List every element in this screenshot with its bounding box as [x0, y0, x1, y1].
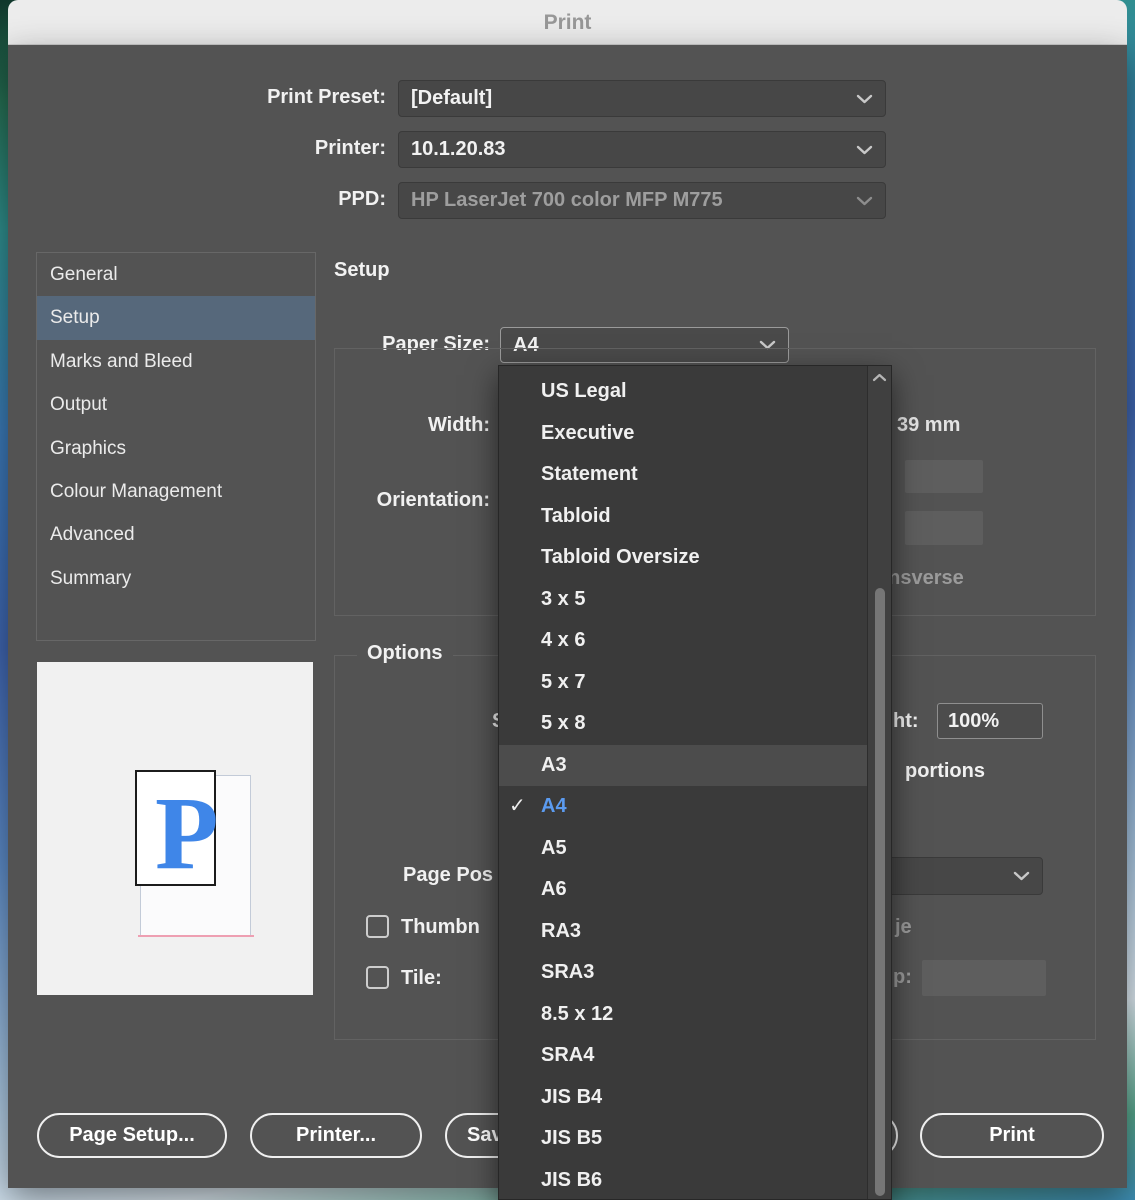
- print-preset-value: [Default]: [411, 87, 493, 109]
- settings-sidebar: General Setup Marks and Bleed Output Gra…: [36, 252, 316, 641]
- paper-size-option-a3[interactable]: A3: [499, 744, 867, 786]
- ppd-label: PPD:: [338, 188, 386, 210]
- print-button[interactable]: Print: [920, 1113, 1104, 1158]
- preview-bleed-guide: [138, 935, 254, 937]
- paper-size-option-a4[interactable]: ✓ A4: [499, 786, 867, 828]
- scale-height-input[interactable]: 100%: [937, 703, 1043, 739]
- scroll-up-icon[interactable]: [872, 373, 887, 382]
- paper-size-option-tabloid-oversize[interactable]: Tabloid Oversize: [499, 537, 867, 579]
- paper-size-option-5x7[interactable]: 5 x 7: [499, 662, 867, 704]
- window-titlebar[interactable]: Print: [8, 0, 1127, 45]
- chevron-down-icon: [1013, 871, 1030, 881]
- height-label-partial: ht:: [893, 710, 919, 732]
- ppd-select: HP LaserJet 700 color MFP M775: [398, 182, 886, 219]
- paper-size-menu-list: US Legal Executive Statement Tabloid Tab…: [499, 371, 867, 1200]
- preview-letter: P: [155, 776, 219, 891]
- checkmark-icon: ✓: [509, 795, 526, 817]
- menu-scrollbar-thumb[interactable]: [875, 588, 885, 1196]
- tile-label: Tile:: [401, 967, 442, 989]
- section-title: Setup: [334, 259, 390, 281]
- paper-size-option-us-legal[interactable]: US Legal: [499, 371, 867, 413]
- paper-size-option-jis-b5[interactable]: JIS B5: [499, 1118, 867, 1160]
- paper-size-menu: US Legal Executive Statement Tabloid Tab…: [498, 365, 892, 1200]
- width-label: Width:: [427, 414, 490, 436]
- print-preset-label: Print Preset:: [267, 86, 386, 108]
- chevron-down-icon: [856, 94, 873, 103]
- disabled-field: [905, 511, 983, 545]
- ppd-value: HP LaserJet 700 color MFP M775: [411, 189, 723, 211]
- paper-size-option-jis-b4[interactable]: JIS B4: [499, 1077, 867, 1119]
- overlap-label-partial: p:: [893, 966, 912, 988]
- paper-size-option-3x5[interactable]: 3 x 5: [499, 579, 867, 621]
- paper-size-option-jis-b6[interactable]: JIS B6: [499, 1160, 867, 1200]
- window-title: Print: [543, 11, 592, 34]
- paper-size-option-statement[interactable]: Statement: [499, 454, 867, 496]
- thumbnails-label-partial: Thumbn: [401, 916, 480, 938]
- constrain-proportions-partial: portions: [905, 760, 985, 782]
- paper-size-option-4x6[interactable]: 4 x 6: [499, 620, 867, 662]
- printer-value: 10.1.20.83: [411, 138, 506, 160]
- chevron-down-icon: [856, 145, 873, 154]
- page-preview: P: [37, 662, 313, 995]
- printer-select[interactable]: 10.1.20.83: [398, 131, 886, 168]
- sidebar-item-summary[interactable]: Summary: [37, 557, 315, 600]
- options-group-title: Options: [357, 642, 453, 665]
- paper-size-option-sra3[interactable]: SRA3: [499, 952, 867, 994]
- screen: Print Print Preset: [Default] Printer: 1…: [0, 0, 1135, 1200]
- thumbnails-checkbox[interactable]: [366, 915, 389, 938]
- paper-size-option-ra3[interactable]: RA3: [499, 911, 867, 953]
- tile-checkbox[interactable]: [366, 966, 389, 989]
- sidebar-item-advanced[interactable]: Advanced: [37, 513, 315, 556]
- paper-size-option-a4-label: A4: [541, 795, 567, 817]
- paper-size-option-tabloid[interactable]: Tabloid: [499, 496, 867, 538]
- paper-size-option-a5[interactable]: A5: [499, 828, 867, 870]
- orientation-label: Orientation:: [376, 489, 490, 511]
- paper-size-option-sra4[interactable]: SRA4: [499, 1035, 867, 1077]
- paper-size-option-8-5x12[interactable]: 8.5 x 12: [499, 994, 867, 1036]
- disabled-field: [905, 460, 983, 493]
- print-preset-select[interactable]: [Default]: [398, 80, 886, 117]
- overlap-field: [922, 960, 1046, 996]
- printer-button[interactable]: Printer...: [250, 1113, 422, 1158]
- per-page-label-partial: je: [895, 916, 912, 938]
- height-value-partial: 39 mm: [897, 414, 961, 436]
- page-setup-button[interactable]: Page Setup...: [37, 1113, 227, 1158]
- paper-size-option-a6[interactable]: A6: [499, 869, 867, 911]
- paper-size-option-5x8[interactable]: 5 x 8: [499, 703, 867, 745]
- chevron-down-icon: [856, 196, 873, 205]
- paper-size-option-executive[interactable]: Executive: [499, 413, 867, 455]
- sidebar-item-general[interactable]: General: [37, 253, 315, 296]
- menu-scrollbar[interactable]: [867, 366, 891, 1199]
- page-position-label-partial: Page Pos: [403, 864, 494, 886]
- printer-label: Printer:: [314, 137, 386, 159]
